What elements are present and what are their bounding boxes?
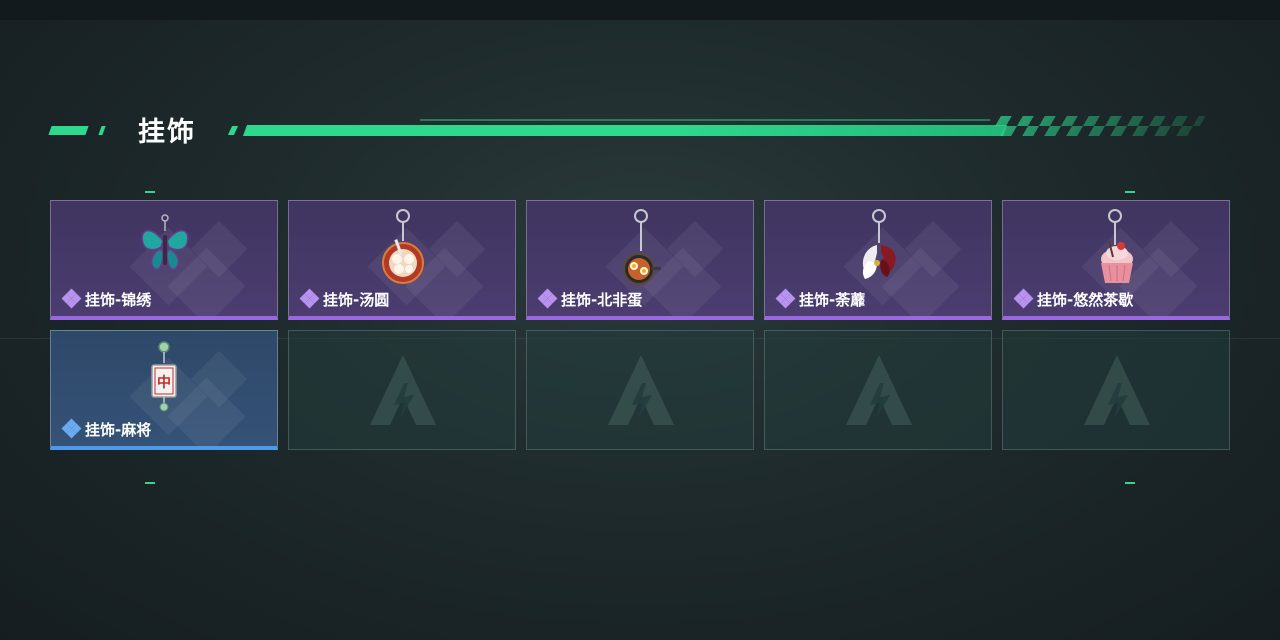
flower-charm-icon bbox=[862, 209, 896, 279]
card-label-text: 挂饰-锦绣 bbox=[85, 290, 152, 309]
cupcake-charm-icon bbox=[1101, 209, 1133, 283]
charm-grid: 挂饰-锦绣 挂饰-汤圆 挂饰-北非蛋 挂饰-荼蘼 挂饰-悠然茶歇 中 挂饰-麻将 bbox=[50, 200, 1230, 450]
game-logo-icon bbox=[370, 355, 436, 425]
rarity-diamond-icon bbox=[61, 288, 83, 309]
card-label: 挂饰-锦绣 bbox=[61, 288, 152, 309]
charm-card[interactable]: 挂饰-锦绣 bbox=[50, 200, 278, 320]
rarity-diamond-icon bbox=[537, 288, 559, 309]
card-label-text: 挂饰-麻将 bbox=[85, 420, 152, 439]
card-label-text: 挂饰-汤圆 bbox=[323, 290, 390, 309]
mahjong-tile-charm-icon: 中 bbox=[151, 341, 177, 412]
empty-slot[interactable] bbox=[288, 330, 516, 450]
top-strip bbox=[0, 0, 1280, 20]
game-logo-icon bbox=[1084, 355, 1150, 425]
charm-card[interactable]: 挂饰-荼蘼 bbox=[764, 200, 992, 320]
corner-tick bbox=[1125, 482, 1135, 484]
card-label: 挂饰-汤圆 bbox=[299, 288, 390, 309]
tangyuan-bowl-charm-icon bbox=[382, 209, 424, 284]
card-label-text: 挂饰-荼蘼 bbox=[799, 290, 866, 309]
butterfly-charm-icon bbox=[141, 214, 189, 270]
empty-slot[interactable] bbox=[764, 330, 992, 450]
header-accent-dash bbox=[48, 126, 89, 135]
shakshuka-pan-charm-icon bbox=[623, 209, 661, 285]
corner-tick bbox=[145, 482, 155, 484]
corner-tick bbox=[1125, 191, 1135, 193]
card-label-text: 挂饰-北非蛋 bbox=[561, 290, 643, 309]
rarity-diamond-icon bbox=[1013, 288, 1035, 309]
corner-tick bbox=[145, 191, 155, 193]
charm-card[interactable]: 挂饰-汤圆 bbox=[288, 200, 516, 320]
header-checker-pattern bbox=[989, 116, 1206, 136]
charm-card[interactable]: 中 挂饰-麻将 bbox=[50, 330, 278, 450]
empty-slot[interactable] bbox=[526, 330, 754, 450]
card-label: 挂饰-麻将 bbox=[61, 418, 152, 439]
header-accent-bar bbox=[242, 125, 1008, 136]
charm-card[interactable]: 挂饰-北非蛋 bbox=[526, 200, 754, 320]
empty-slot[interactable] bbox=[1002, 330, 1230, 450]
header-accent-dash bbox=[227, 126, 239, 135]
header-thin-line bbox=[420, 119, 990, 121]
card-label-text: 挂饰-悠然茶歇 bbox=[1037, 290, 1134, 309]
game-logo-icon bbox=[608, 355, 674, 425]
section-title: 挂饰 bbox=[138, 117, 196, 148]
charm-card[interactable]: 挂饰-悠然茶歇 bbox=[1002, 200, 1230, 320]
card-label: 挂饰-悠然茶歇 bbox=[1013, 288, 1134, 309]
rarity-diamond-icon bbox=[299, 288, 321, 309]
rarity-diamond-icon bbox=[61, 418, 83, 439]
rarity-diamond-icon bbox=[775, 288, 797, 309]
section-header: 挂饰 bbox=[0, 108, 1280, 152]
game-logo-icon bbox=[846, 355, 912, 425]
header-accent-dash bbox=[98, 126, 106, 135]
card-label: 挂饰-荼蘼 bbox=[775, 288, 866, 309]
card-label: 挂饰-北非蛋 bbox=[537, 288, 643, 309]
svg-text:中: 中 bbox=[157, 374, 171, 391]
